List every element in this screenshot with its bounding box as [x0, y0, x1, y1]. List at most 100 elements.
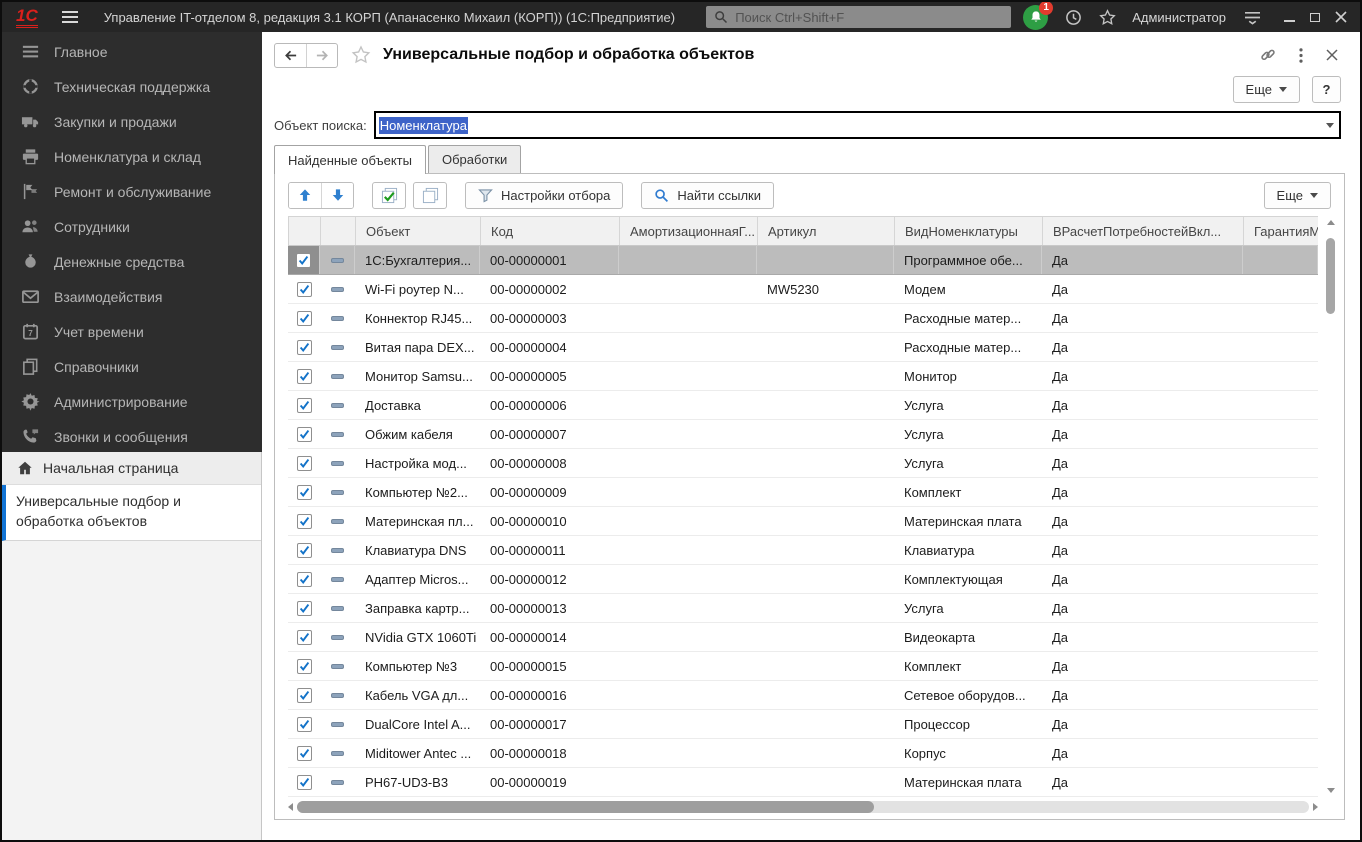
cell-warranty[interactable]: [1243, 507, 1318, 535]
sidebar-item[interactable]: Главное: [2, 34, 262, 69]
cell-in-calc[interactable]: Да: [1042, 565, 1243, 593]
cell-warranty[interactable]: [1243, 304, 1318, 332]
cell-code[interactable]: 00-00000013: [480, 594, 619, 622]
cell-warranty[interactable]: [1243, 565, 1318, 593]
cell-kind[interactable]: Услуга: [894, 420, 1042, 448]
cell-warranty[interactable]: [1243, 478, 1318, 506]
cell-amort-group[interactable]: [619, 594, 757, 622]
cell-amort-group[interactable]: [619, 565, 757, 593]
cell-article[interactable]: [757, 246, 894, 274]
vertical-scrollbar[interactable]: [1324, 216, 1337, 796]
close-window-button[interactable]: [1328, 5, 1354, 29]
cell-in-calc[interactable]: Да: [1042, 246, 1243, 274]
table-row[interactable]: Материнская пл... 00-00000010 Материнска…: [288, 507, 1318, 536]
row-checkbox-cell[interactable]: [288, 710, 320, 738]
cell-kind[interactable]: Корпус: [894, 739, 1042, 767]
cell-kind[interactable]: Видеокарта: [894, 623, 1042, 651]
cell-object[interactable]: Miditower Antec ...: [355, 739, 480, 767]
forward-button[interactable]: [306, 44, 337, 67]
cell-kind[interactable]: Процессор: [894, 710, 1042, 738]
table-row[interactable]: Витая пара DEX... 00-00000004 Расходные …: [288, 333, 1318, 362]
cell-amort-group[interactable]: [619, 391, 757, 419]
cell-kind[interactable]: Сетевое оборудов...: [894, 681, 1042, 709]
cell-object[interactable]: Доставка: [355, 391, 480, 419]
cell-object[interactable]: Настройка мод...: [355, 449, 480, 477]
cell-in-calc[interactable]: Да: [1042, 391, 1243, 419]
filter-settings-button[interactable]: Настройки отбора: [465, 182, 623, 209]
cell-amort-group[interactable]: [619, 536, 757, 564]
cell-code[interactable]: 00-00000015: [480, 652, 619, 680]
row-checkbox[interactable]: [297, 630, 312, 645]
table-row[interactable]: Доставка 00-00000006 Услуга Да: [288, 391, 1318, 420]
header-amort-group[interactable]: АмортизационнаяГ...: [620, 217, 758, 245]
cell-object[interactable]: DualCore Intel A...: [355, 710, 480, 738]
cell-kind[interactable]: Материнская плата: [894, 507, 1042, 535]
cell-in-calc[interactable]: Да: [1042, 652, 1243, 680]
row-checkbox-cell[interactable]: [288, 304, 320, 332]
table-row[interactable]: Монитор Samsu... 00-00000005 Монитор Да: [288, 362, 1318, 391]
row-checkbox[interactable]: [297, 485, 312, 500]
row-checkbox[interactable]: [297, 456, 312, 471]
cell-code[interactable]: 00-00000019: [480, 768, 619, 796]
table-row[interactable]: Wi-Fi роутер N... 00-00000002 MW5230 Мод…: [288, 275, 1318, 304]
cell-amort-group[interactable]: [619, 246, 757, 274]
cell-kind[interactable]: Услуга: [894, 449, 1042, 477]
scroll-up-arrow[interactable]: [1324, 216, 1337, 228]
cell-kind[interactable]: Расходные матер...: [894, 333, 1042, 361]
header-icon-column[interactable]: [321, 217, 356, 245]
cell-amort-group[interactable]: [619, 333, 757, 361]
cell-article[interactable]: [757, 391, 894, 419]
sidebar-item[interactable]: 7 Учет времени: [2, 314, 262, 349]
header-article[interactable]: Артикул: [758, 217, 895, 245]
cell-amort-group[interactable]: [619, 681, 757, 709]
cell-article[interactable]: [757, 623, 894, 651]
cell-warranty[interactable]: [1243, 449, 1318, 477]
cell-warranty[interactable]: [1243, 594, 1318, 622]
favorites-star-icon[interactable]: [1099, 9, 1116, 26]
sidebar-item[interactable]: Номенклатура и склад: [2, 139, 262, 174]
scroll-right-arrow[interactable]: [1313, 803, 1318, 811]
cell-kind[interactable]: Комплектующая: [894, 565, 1042, 593]
row-checkbox[interactable]: [297, 369, 312, 384]
header-checkbox-column[interactable]: [289, 217, 321, 245]
cell-code[interactable]: 00-00000002: [480, 275, 619, 303]
cell-code[interactable]: 00-00000001: [480, 246, 619, 274]
header-in-calc[interactable]: ВРасчетПотребностейВкл...: [1043, 217, 1244, 245]
table-row[interactable]: Компьютер №3 00-00000015 Комплект Да: [288, 652, 1318, 681]
cell-in-calc[interactable]: Да: [1042, 594, 1243, 622]
cell-amort-group[interactable]: [619, 710, 757, 738]
row-checkbox-cell[interactable]: [288, 681, 320, 709]
cell-warranty[interactable]: [1243, 391, 1318, 419]
sidebar-item[interactable]: Техническая поддержка: [2, 69, 262, 104]
cell-kind[interactable]: Услуга: [894, 594, 1042, 622]
row-checkbox-cell[interactable]: [288, 362, 320, 390]
cell-amort-group[interactable]: [619, 623, 757, 651]
row-checkbox[interactable]: [297, 543, 312, 558]
cell-article[interactable]: [757, 333, 894, 361]
row-checkbox-cell[interactable]: [288, 594, 320, 622]
cell-amort-group[interactable]: [619, 420, 757, 448]
cell-article[interactable]: [757, 768, 894, 796]
row-checkbox-cell[interactable]: [288, 536, 320, 564]
row-checkbox[interactable]: [297, 688, 312, 703]
sidebar-item[interactable]: Ремонт и обслуживание: [2, 174, 262, 209]
cell-article[interactable]: [757, 594, 894, 622]
cell-article[interactable]: [757, 449, 894, 477]
cell-article[interactable]: [757, 478, 894, 506]
cell-code[interactable]: 00-00000016: [480, 681, 619, 709]
row-checkbox-cell[interactable]: [288, 246, 320, 274]
object-search-input[interactable]: Номенклатура: [374, 111, 1341, 139]
cell-object[interactable]: PH67-UD3-B3: [355, 768, 480, 796]
cell-warranty[interactable]: [1243, 623, 1318, 651]
row-checkbox-cell[interactable]: [288, 333, 320, 361]
cell-code[interactable]: 00-00000018: [480, 739, 619, 767]
sidebar-item[interactable]: Денежные средства: [2, 244, 262, 279]
row-checkbox[interactable]: [297, 427, 312, 442]
cell-article[interactable]: MW5230: [757, 275, 894, 303]
move-down-button[interactable]: [321, 183, 353, 208]
cell-amort-group[interactable]: [619, 362, 757, 390]
cell-object[interactable]: NVidia GTX 1060Ti: [355, 623, 480, 651]
cell-object[interactable]: Заправка картр...: [355, 594, 480, 622]
cell-article[interactable]: [757, 565, 894, 593]
cell-amort-group[interactable]: [619, 275, 757, 303]
